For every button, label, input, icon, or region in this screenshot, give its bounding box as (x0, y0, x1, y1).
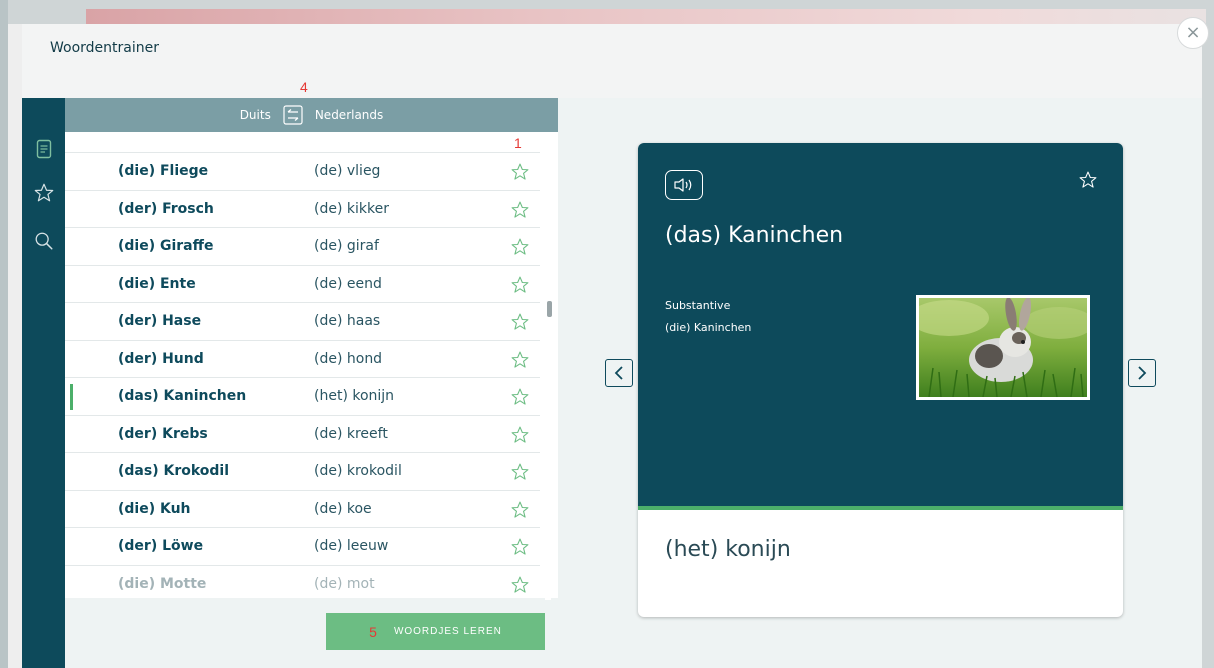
annotation-label: 5 (369, 623, 378, 640)
background-page-banner (86, 9, 1206, 25)
list-item[interactable]: (der) Hund (de) hond (65, 339, 540, 378)
card-translation: (het) konijn (665, 537, 791, 562)
dutch-word: (de) kreeft (314, 425, 388, 442)
dutch-word: (de) eend (314, 275, 382, 292)
card-part-of-speech: Substantive (665, 299, 731, 312)
dutch-word: (de) kikker (314, 200, 389, 217)
search-icon (33, 230, 55, 256)
learn-words-label: WOORDJES LEREN (393, 626, 502, 637)
word-list: (die) Fliege (de) vlieg (der) Frosch (de) k… (65, 152, 540, 602)
dutch-word: (de) krokodil (314, 463, 402, 480)
list-item[interactable]: (das) Kaninchen (het) konijn (65, 377, 540, 415)
chevron-left-icon (614, 366, 623, 380)
german-word: (der) Hund (118, 350, 204, 367)
close-button[interactable]: × (1177, 17, 1209, 49)
german-word: (die) Giraffe (118, 238, 214, 255)
sidebar-item-favorites[interactable] (22, 177, 65, 213)
swap-icon (283, 105, 303, 125)
list-item[interactable]: (der) Hase (de) haas (65, 302, 540, 340)
dutch-word: (de) leeuw (314, 538, 389, 555)
learn-words-button[interactable]: 5 WOORDJES LEREN (326, 613, 545, 650)
list-item[interactable]: (die) Giraffe (de) giraf (65, 227, 540, 265)
german-word: (die) Fliege (118, 163, 209, 180)
source-language: Duits (239, 108, 271, 122)
modal-header (22, 24, 1202, 98)
star-icon[interactable] (510, 200, 530, 224)
german-word: (der) Frosch (118, 200, 214, 217)
german-word: (das) Kaninchen (118, 388, 247, 405)
document-icon (36, 139, 52, 163)
list-item[interactable]: (der) Krebs (de) kreeft (65, 414, 540, 453)
german-word: (die) Motte (118, 575, 207, 592)
list-item[interactable]: (die) Fliege (de) vlieg (65, 152, 540, 190)
star-icon[interactable] (510, 312, 530, 336)
background-page-edge (0, 0, 8, 668)
german-word: (das) Krokodil (118, 463, 230, 480)
scrollbar-thumb[interactable] (547, 301, 552, 317)
dutch-word: (de) haas (314, 313, 381, 330)
dutch-word: (de) vlieg (314, 163, 381, 180)
annotation-label: 1 (514, 135, 522, 151)
star-icon[interactable] (510, 162, 530, 186)
german-word: (der) Löwe (118, 538, 204, 555)
dutch-word: (de) mot (314, 575, 375, 592)
sidebar-item-word-list[interactable] (22, 133, 65, 169)
german-word: (der) Hase (118, 313, 202, 330)
flashcard: (das) Kaninchen Substantive (die) Kaninc… (638, 143, 1123, 617)
star-icon[interactable] (510, 275, 530, 299)
star-icon[interactable] (510, 425, 530, 449)
swap-language-button[interactable] (283, 105, 303, 125)
scrollbar[interactable] (545, 140, 551, 600)
german-word: (der) Krebs (118, 425, 208, 442)
star-icon (33, 182, 55, 208)
card-plural: (die) Kaninchen (665, 321, 752, 334)
dutch-word: (de) koe (314, 500, 372, 517)
audio-button[interactable] (665, 170, 703, 200)
list-item[interactable]: (die) Kuh (de) koe (65, 489, 540, 528)
german-word: (die) Ente (118, 275, 196, 292)
card-divider (638, 506, 1123, 510)
dutch-word: (het) konijn (314, 388, 395, 405)
next-card-button[interactable] (1128, 359, 1156, 387)
list-item[interactable]: (die) Ente (de) eend (65, 264, 540, 303)
modal-title: Woordentrainer (50, 40, 159, 56)
star-icon (1079, 171, 1097, 188)
rabbit-image (916, 295, 1090, 400)
language-header: Duits Nederlands (65, 98, 558, 132)
target-language: Nederlands (314, 108, 384, 122)
card-word: (das) Kaninchen (665, 223, 844, 248)
star-icon[interactable] (510, 237, 530, 261)
dutch-word: (de) hond (314, 350, 383, 367)
sidebar-item-search[interactable] (22, 225, 65, 261)
previous-card-button[interactable] (605, 359, 633, 387)
german-word: (die) Kuh (118, 500, 191, 517)
list-item[interactable]: (die) Motte (de) mot (65, 564, 540, 603)
star-icon[interactable] (510, 575, 530, 599)
dutch-word: (de) giraf (314, 238, 379, 255)
chevron-right-icon (1138, 366, 1147, 380)
card-favorite-button[interactable] (1078, 170, 1098, 194)
star-icon[interactable] (510, 462, 530, 486)
star-icon[interactable] (510, 537, 530, 561)
modal-left-strip (8, 24, 22, 668)
list-item[interactable]: (das) Krokodil (de) krokodil (65, 452, 540, 490)
list-item[interactable]: (der) Löwe (de) leeuw (65, 527, 540, 565)
annotation-label: 4 (300, 79, 308, 95)
star-icon[interactable] (510, 350, 530, 374)
close-icon: × (1185, 22, 1201, 43)
speaker-icon (674, 178, 692, 192)
star-icon[interactable] (510, 387, 530, 411)
star-icon[interactable] (510, 500, 530, 524)
list-item[interactable]: (der) Frosch (de) kikker (65, 189, 540, 228)
